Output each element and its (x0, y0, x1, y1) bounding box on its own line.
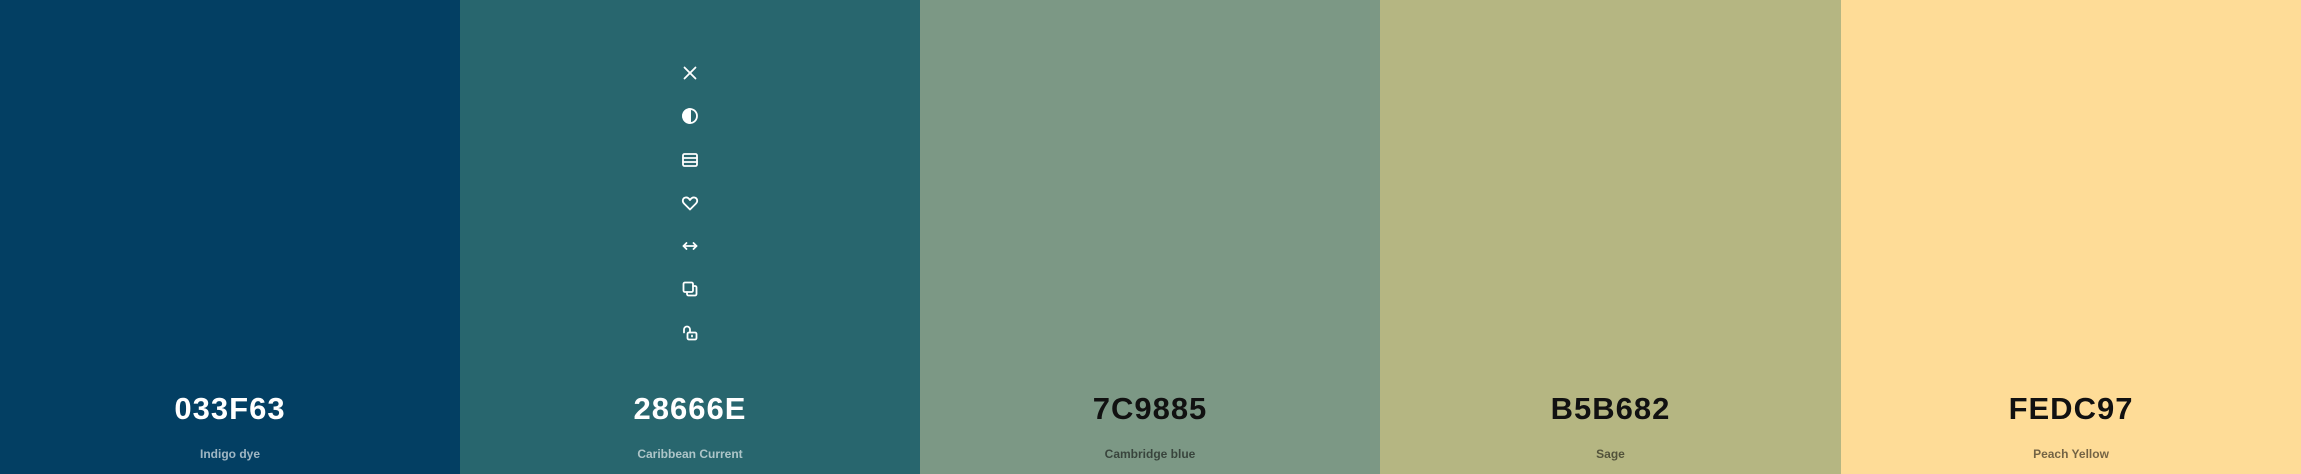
contrast-icon (682, 108, 698, 125)
drag-arrows-icon (682, 242, 698, 251)
color-palette: 033F63 Indigo dye 28666E Caribbean Curre… (0, 0, 2301, 474)
swatch-hex-code[interactable]: FEDC97 (1841, 388, 2301, 430)
swatch-hex-code[interactable]: 28666E (460, 388, 920, 430)
toggle-lock-button[interactable] (675, 318, 705, 348)
swatch-color-name: Cambridge blue (1104, 447, 1196, 461)
swatch-1[interactable]: 033F63 Indigo dye (0, 0, 460, 474)
swatch-hex-code[interactable]: 7C9885 (920, 388, 1380, 430)
swatch-color-name: Caribbean Current (637, 447, 743, 461)
swatch-toolbar (460, 58, 920, 361)
close-icon (683, 66, 697, 80)
swatch-color-name: Indigo dye (200, 447, 260, 461)
view-shades-button[interactable] (675, 145, 705, 175)
drag-button[interactable] (675, 231, 705, 261)
swatch-hex-code[interactable]: 033F63 (0, 388, 460, 430)
swatch-4[interactable]: B5B682 Sage (1380, 0, 1841, 474)
remove-color-button[interactable] (675, 58, 705, 88)
swatch-2[interactable]: 28666E Caribbean Current (460, 0, 920, 474)
view-contrast-button[interactable] (675, 101, 705, 131)
copy-icon (682, 282, 698, 297)
unlock-icon (683, 325, 698, 341)
swatch-color-name: Peach Yellow (2033, 447, 2109, 461)
heart-icon (681, 196, 699, 211)
copy-hex-button[interactable] (675, 274, 705, 304)
swatch-hex-code[interactable]: B5B682 (1380, 388, 1841, 430)
swatch-color-name: Sage (1596, 447, 1625, 461)
shades-icon (682, 152, 698, 167)
swatch-5[interactable]: FEDC97 Peach Yellow (1841, 0, 2301, 474)
save-color-button[interactable] (675, 188, 705, 218)
swatch-3[interactable]: 7C9885 Cambridge blue (920, 0, 1380, 474)
